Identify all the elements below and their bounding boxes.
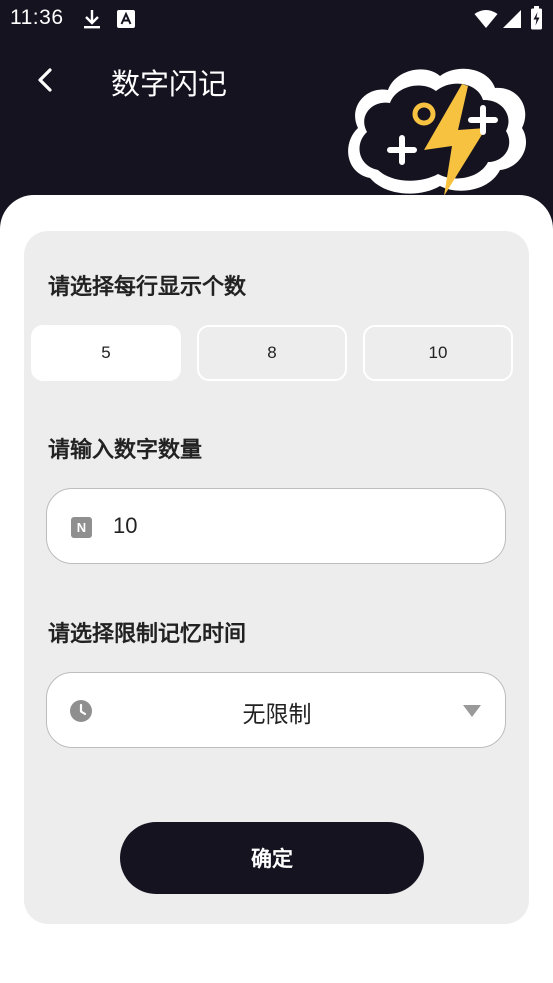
per-row-option-10[interactable]: 10 bbox=[363, 325, 513, 381]
number-icon: N bbox=[71, 517, 92, 538]
download-icon bbox=[84, 10, 100, 29]
count-field[interactable]: N bbox=[46, 488, 506, 564]
count-input[interactable] bbox=[113, 509, 473, 543]
count-label: 请输入数字数量 bbox=[48, 438, 203, 463]
per-row-option-5[interactable]: 5 bbox=[31, 325, 181, 381]
per-row-option-8[interactable]: 8 bbox=[197, 325, 347, 381]
page-title: 数字闪记 bbox=[111, 67, 228, 101]
status-bar: 11:36 bbox=[0, 0, 553, 38]
font-a-icon bbox=[117, 10, 135, 28]
confirm-button[interactable]: 确定 bbox=[120, 822, 424, 894]
signal-icon bbox=[503, 10, 521, 28]
back-button[interactable] bbox=[28, 62, 62, 98]
dropdown-caret-icon[interactable] bbox=[463, 705, 481, 717]
chevron-left-icon bbox=[38, 68, 52, 92]
battery-charging-icon bbox=[531, 6, 542, 30]
time-limit-label: 请选择限制记忆时间 bbox=[48, 622, 247, 647]
settings-card: 请选择每行显示个数 5 8 10 请输入数字数量 N 请选择限制记忆时间 无限制… bbox=[24, 231, 529, 924]
brain-mascot-illustration bbox=[348, 68, 527, 196]
time-limit-value: 无限制 bbox=[242, 702, 312, 728]
per-row-label: 请选择每行显示个数 bbox=[48, 275, 247, 300]
wifi-icon bbox=[474, 10, 498, 28]
content-sheet: 请选择每行显示个数 5 8 10 请输入数字数量 N 请选择限制记忆时间 无限制… bbox=[0, 195, 553, 983]
status-time: 11:36 bbox=[10, 6, 64, 29]
time-limit-select[interactable]: 无限制 bbox=[46, 672, 506, 748]
